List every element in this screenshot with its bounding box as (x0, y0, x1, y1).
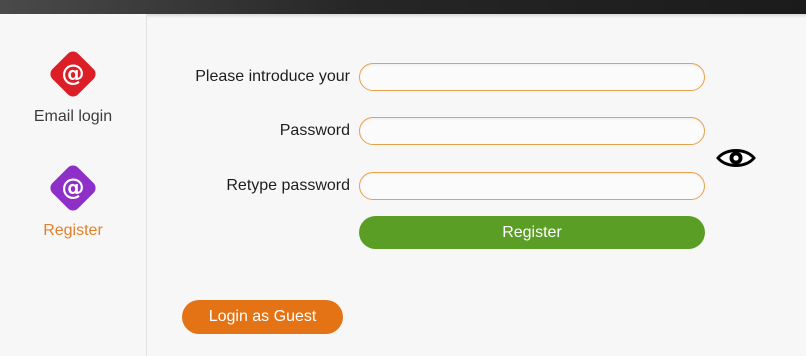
password-input[interactable] (359, 117, 705, 145)
register-button[interactable]: Register (359, 216, 705, 249)
email-input[interactable] (359, 63, 705, 91)
eye-icon[interactable] (716, 146, 756, 170)
sidebar-item-label: Register (43, 222, 103, 239)
sidebar-item-email-login[interactable]: @ Email login (0, 46, 146, 126)
retype-password-input[interactable] (359, 172, 705, 200)
sidebar-item-register[interactable]: @ Register (0, 160, 146, 240)
at-sign-glyph: @ (61, 61, 85, 87)
sidebar: @ Email login @ Register (0, 14, 147, 356)
sidebar-item-label: Email login (33, 108, 113, 125)
at-sign-glyph: @ (61, 175, 85, 201)
retype-password-label: Retype password (226, 177, 350, 194)
login-window: @ Email login @ Register Please introduc… (0, 0, 806, 356)
top-bar (0, 0, 806, 14)
login-as-guest-button[interactable]: Login as Guest (182, 300, 343, 334)
email-label: Please introduce your (195, 68, 350, 85)
password-label: Password (279, 122, 350, 139)
at-sign-icon: @ (43, 160, 103, 220)
at-sign-icon: @ (43, 46, 103, 106)
